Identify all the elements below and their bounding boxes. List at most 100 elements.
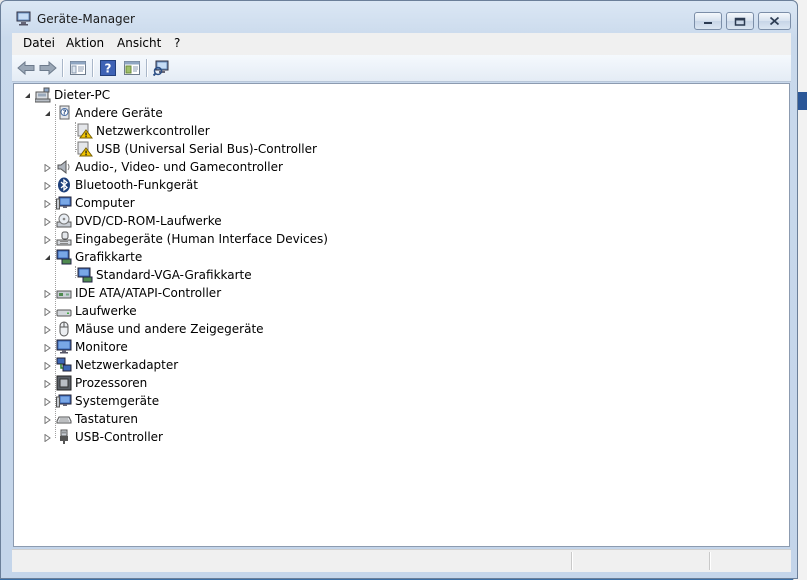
- expand-arrow-icon[interactable]: [43, 433, 52, 442]
- expand-arrow-icon[interactable]: [43, 379, 52, 388]
- device-manager-window: Geräte-Manager Datei Aktion Ansicht ? ?: [0, 0, 798, 579]
- warning-device-icon: [77, 141, 93, 157]
- tree-item-eingabegeraete[interactable]: Eingabegeräte (Human Interface Devices): [43, 230, 328, 248]
- unknown-device-icon: ?: [59, 105, 70, 120]
- warning-device-icon: [77, 123, 93, 139]
- expand-arrow-icon[interactable]: [43, 397, 52, 406]
- tree-item-tastaturen[interactable]: Tastaturen: [43, 410, 138, 428]
- tree-item-laufwerke[interactable]: Laufwerke: [43, 302, 137, 320]
- toolbar-separator: [92, 59, 94, 77]
- expand-arrow-icon[interactable]: [43, 163, 52, 172]
- monitor-icon: [56, 339, 72, 354]
- tree-item-systemgeraete[interactable]: Systemgeräte: [43, 392, 159, 410]
- tree-item-prozessoren[interactable]: Prozessoren: [43, 374, 147, 392]
- tree-label: Audio-, Video- und Gamecontroller: [75, 160, 283, 174]
- expand-arrow-icon[interactable]: [43, 289, 52, 298]
- expand-arrow-icon[interactable]: [43, 325, 52, 334]
- back-arrow-icon: [17, 61, 35, 75]
- tree-item-usb-controller-unknown[interactable]: USB (Universal Serial Bus)-Controller: [77, 140, 317, 158]
- expand-arrow-icon[interactable]: [43, 415, 52, 424]
- display-adapter-icon: [77, 267, 93, 283]
- tree-label: DVD/CD-ROM-Laufwerke: [75, 214, 222, 228]
- back-button[interactable]: [16, 59, 36, 77]
- forward-arrow-icon: [39, 61, 57, 75]
- tree-label: Dieter-PC: [54, 88, 111, 102]
- svg-text:?: ?: [62, 109, 66, 117]
- window-title: Geräte-Manager: [37, 12, 135, 26]
- tree-item-audio[interactable]: Audio-, Video- und Gamecontroller: [43, 158, 283, 176]
- keyboard-icon: [56, 416, 72, 424]
- expand-arrow-icon[interactable]: [43, 217, 52, 226]
- tree-item-dvd[interactable]: DVD/CD-ROM-Laufwerke: [43, 212, 222, 230]
- status-separator: [709, 552, 711, 570]
- tree-label: Computer: [75, 196, 135, 210]
- device-tree: Dieter-PC ? Andere Geräte Netzwerkcontro…: [13, 83, 790, 547]
- expand-arrow-icon[interactable]: [43, 307, 52, 316]
- expand-arrow-icon[interactable]: [43, 343, 52, 352]
- scan-hardware-icon: [153, 60, 169, 76]
- close-icon: [769, 16, 780, 26]
- computer-icon: [35, 87, 51, 103]
- tree-label: Standard-VGA-Grafikkarte: [96, 268, 252, 282]
- expand-arrow-icon[interactable]: [43, 199, 52, 208]
- network-adapter-icon: [56, 357, 72, 372]
- tree-label: Mäuse und andere Zeigegeräte: [75, 322, 264, 336]
- tree-label: USB (Universal Serial Bus)-Controller: [96, 142, 317, 156]
- tree-item-monitore[interactable]: Monitore: [43, 338, 128, 356]
- tree-item-maeuse[interactable]: Mäuse und andere Zeigegeräte: [43, 320, 264, 338]
- mouse-icon: [59, 321, 69, 337]
- tree-label: Eingabegeräte (Human Interface Devices): [75, 232, 328, 246]
- maximize-button[interactable]: [726, 12, 754, 30]
- view-button[interactable]: [122, 59, 142, 77]
- expand-arrow-icon[interactable]: [43, 235, 52, 244]
- tree-label: Grafikkarte: [75, 250, 143, 264]
- tree-item-computer[interactable]: Computer: [43, 194, 135, 212]
- tree-item-ide[interactable]: IDE ATA/ATAPI-Controller: [43, 284, 221, 302]
- tree-label: Netzwerkcontroller: [96, 124, 210, 138]
- usb-plug-icon: [60, 429, 68, 444]
- properties-button[interactable]: [68, 59, 88, 77]
- help-button[interactable]: ?: [98, 59, 118, 77]
- close-button[interactable]: [758, 12, 791, 30]
- menu-ansicht[interactable]: Ansicht: [115, 36, 163, 50]
- tree-line: [75, 266, 76, 278]
- collapse-arrow-icon[interactable]: [23, 91, 32, 100]
- tree-item-andere-geraete[interactable]: ? Andere Geräte: [43, 104, 163, 122]
- minimize-button[interactable]: [694, 12, 722, 30]
- bluetooth-icon: [58, 177, 70, 193]
- tree-item-netzwerkcontroller[interactable]: Netzwerkcontroller: [77, 122, 210, 140]
- view-icon: [124, 61, 140, 75]
- properties-icon: [70, 61, 86, 75]
- collapse-arrow-icon[interactable]: [43, 253, 52, 262]
- tree-item-bluetooth[interactable]: Bluetooth-Funkgerät: [43, 176, 198, 194]
- maximize-icon: [734, 17, 746, 26]
- tree-item-standard-vga[interactable]: Standard-VGA-Grafikkarte: [77, 266, 252, 284]
- menu-aktion[interactable]: Aktion: [64, 36, 106, 50]
- expand-arrow-icon[interactable]: [43, 181, 52, 190]
- expand-arrow-icon[interactable]: [43, 361, 52, 370]
- toolbar-separator: [146, 59, 148, 77]
- help-icon: ?: [100, 60, 116, 76]
- title-bar[interactable]: Geräte-Manager: [1, 1, 797, 33]
- tree-label: Systemgeräte: [75, 394, 160, 408]
- collapse-arrow-icon[interactable]: [43, 109, 52, 118]
- tree-line: [75, 122, 76, 152]
- status-separator: [571, 552, 573, 570]
- menu-datei[interactable]: Datei: [21, 36, 57, 50]
- tree-label: Netzwerkadapter: [75, 358, 179, 372]
- tree-item-grafikkarte[interactable]: Grafikkarte: [43, 248, 142, 266]
- scan-hardware-button[interactable]: [152, 59, 172, 77]
- tree-label: Tastaturen: [75, 412, 138, 426]
- display-adapter-icon: [56, 249, 72, 265]
- tree-item-netzwerkadapter[interactable]: Netzwerkadapter: [43, 356, 178, 374]
- disk-drive-icon: [56, 309, 72, 317]
- menu-help[interactable]: ?: [172, 36, 182, 50]
- tree-item-usb-controller[interactable]: USB-Controller: [43, 428, 163, 446]
- minimize-icon: [704, 22, 712, 24]
- tree-label: IDE ATA/ATAPI-Controller: [75, 286, 222, 300]
- forward-button[interactable]: [38, 59, 58, 77]
- toolbar-separator: [62, 59, 64, 77]
- tree-item-root[interactable]: Dieter-PC: [23, 86, 110, 104]
- tree-label: Laufwerke: [75, 304, 137, 318]
- speaker-icon: [57, 159, 70, 175]
